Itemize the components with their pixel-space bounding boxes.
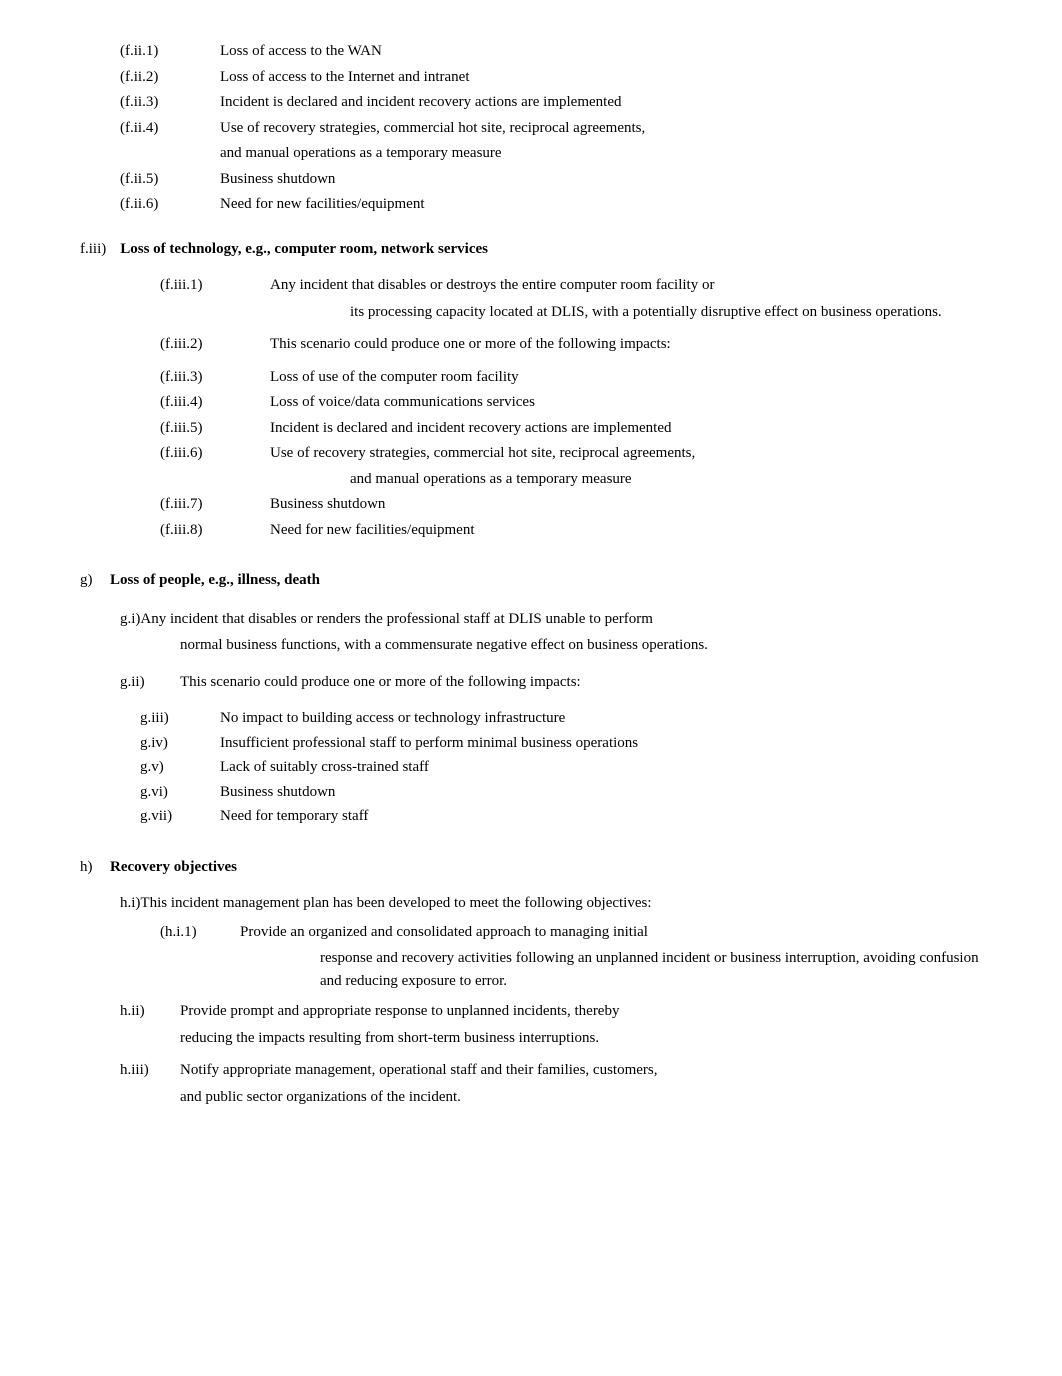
hi-intro: h.i)This incident management plan has be… (120, 892, 1002, 915)
g-impact-text-4: Business shutdown (220, 781, 1002, 804)
hii-text: Provide prompt and appropriate response … (180, 1000, 619, 1023)
fiii-label-4: (f.iii.4) (160, 391, 270, 414)
g-impact-text-3: Lack of suitably cross-trained staff (220, 756, 1002, 779)
g-impact-items: g.iii) No impact to building access or t… (140, 707, 1002, 828)
fii-text-2: Loss of access to the Internet and intra… (220, 66, 1002, 89)
fiii-text-6: Use of recovery strategies, commercial h… (270, 442, 695, 465)
fiii-item-5: (f.iii.5) Incident is declared and incid… (160, 417, 1002, 440)
g-impact-item-1: g.iii) No impact to building access or t… (140, 707, 1002, 730)
fiii-text-4: Loss of voice/data communications servic… (270, 391, 535, 414)
fiii-section: (f.iii.1) Any incident that disables or … (160, 274, 1002, 541)
fiii-item-2: (f.iii.2) This scenario could produce on… (160, 333, 1002, 356)
fii-text-1: Loss of access to the WAN (220, 40, 1002, 63)
g-impact-item-4: g.vi) Business shutdown (140, 781, 1002, 804)
fiii-text-8: Need for new facilities/equipment (270, 519, 475, 542)
fiii-item-7: (f.iii.7) Business shutdown (160, 493, 1002, 516)
hii-label: h.ii) (120, 1000, 180, 1023)
hiii-continuation: and public sector organizations of the i… (180, 1086, 1002, 1109)
fiii-text-3: Loss of use of the computer room facilit… (270, 366, 519, 389)
hi1-text: Provide an organized and consolidated ap… (240, 921, 648, 944)
fiii-text-7: Business shutdown (270, 493, 385, 516)
h-header: h) Recovery objectives (80, 856, 1002, 879)
g-impact-label-4: g.vi) (140, 781, 220, 804)
g-impact-label-2: g.iv) (140, 732, 220, 755)
fiii-continuation-6: and manual operations as a temporary mea… (350, 468, 1002, 491)
fii-section: (f.ii.1) Loss of access to the WAN (f.ii… (120, 40, 1002, 216)
hi1-label: (h.i.1) (160, 921, 240, 944)
fiii-continuation-1: its processing capacity located at DLIS,… (350, 301, 1002, 324)
fiii-header-title: Loss of technology, e.g., computer room,… (120, 241, 488, 257)
fiii-label-3: (f.iii.3) (160, 366, 270, 389)
gi-continuation: normal business functions, with a commen… (180, 634, 1002, 657)
hi1-continuation: response and recovery activities followi… (320, 947, 1002, 992)
g-impact-label-3: g.v) (140, 756, 220, 779)
gii-label: g.ii) (120, 671, 180, 694)
fiii-label-5: (f.iii.5) (160, 417, 270, 440)
fiii-item-3: (f.iii.3) Loss of use of the computer ro… (160, 366, 1002, 389)
fii-label-6: (f.ii.6) (120, 193, 220, 216)
fii-text-6: Need for new facilities/equipment (220, 193, 1002, 216)
gii-row: g.ii) This scenario could produce one or… (120, 671, 1002, 694)
g-impact-item-2: g.iv) Insufficient professional staff to… (140, 732, 1002, 755)
fii-label-1: (f.ii.1) (120, 40, 220, 63)
fii-label-4: (f.ii.4) (120, 117, 220, 140)
fii-item-3: (f.ii.3) Incident is declared and incide… (120, 91, 1002, 114)
fiii-header-label: f.iii) (80, 241, 106, 257)
fii-text-4: Use of recovery strategies, commercial h… (220, 117, 1002, 140)
fii-item-6: (f.ii.6) Need for new facilities/equipme… (120, 193, 1002, 216)
g-impact-text-2: Insufficient professional staff to perfo… (220, 732, 1002, 755)
fiii-item-8: (f.iii.8) Need for new facilities/equipm… (160, 519, 1002, 542)
hiii-label: h.iii) (120, 1059, 180, 1082)
fiii-item-6: (f.iii.6) Use of recovery strategies, co… (160, 442, 1002, 465)
gi-text: g.i)Any incident that disables or render… (120, 608, 1002, 631)
hi1-row: (h.i.1) Provide an organized and consoli… (160, 921, 1002, 944)
fii-text-3: Incident is declared and incident recove… (220, 91, 1002, 114)
fiii-label-8: (f.iii.8) (160, 519, 270, 542)
fiii-item-1: (f.iii.1) Any incident that disables or … (160, 274, 1002, 297)
g-impact-label-5: g.vii) (140, 805, 220, 828)
gii-text: This scenario could produce one or more … (180, 671, 581, 694)
fiii-text-1: Any incident that disables or destroys t… (270, 274, 714, 297)
fii-continuation-4: and manual operations as a temporary mea… (220, 142, 1002, 165)
fii-label-2: (f.ii.2) (120, 66, 220, 89)
g-header-title: Loss of people, e.g., illness, death (110, 569, 320, 592)
fii-item-2: (f.ii.2) Loss of access to the Internet … (120, 66, 1002, 89)
fii-label-5: (f.ii.5) (120, 168, 220, 191)
h-header-title: Recovery objectives (110, 856, 237, 879)
fii-text-5: Business shutdown (220, 168, 1002, 191)
g-header: g) Loss of people, e.g., illness, death (80, 569, 1002, 592)
fiii-label-2: (f.iii.2) (160, 333, 270, 356)
fiii-label-7: (f.iii.7) (160, 493, 270, 516)
fiii-label-6: (f.iii.6) (160, 442, 270, 465)
fiii-label-1: (f.iii.1) (160, 274, 270, 297)
g-impact-item-5: g.vii) Need for temporary staff (140, 805, 1002, 828)
hiii-text: Notify appropriate management, operation… (180, 1059, 657, 1082)
g-header-letter: g) (80, 569, 110, 592)
g-impact-text-5: Need for temporary staff (220, 805, 1002, 828)
hii-continuation: reducing the impacts resulting from shor… (180, 1027, 1002, 1050)
fiii-text-5: Incident is declared and incident recove… (270, 417, 672, 440)
g-impact-item-3: g.v) Lack of suitably cross-trained staf… (140, 756, 1002, 779)
fii-item-4: (f.ii.4) Use of recovery strategies, com… (120, 117, 1002, 140)
hii-row: h.ii) Provide prompt and appropriate res… (120, 1000, 1002, 1023)
h-header-letter: h) (80, 856, 110, 879)
fii-item-1: (f.ii.1) Loss of access to the WAN (120, 40, 1002, 63)
hiii-row: h.iii) Notify appropriate management, op… (120, 1059, 1002, 1082)
fiii-header: f.iii) Loss of technology, e.g., computer… (80, 238, 1002, 261)
fiii-text-2: This scenario could produce one or more … (270, 333, 671, 356)
g-impact-text-1: No impact to building access or technolo… (220, 707, 1002, 730)
fiii-item-4: (f.iii.4) Loss of voice/data communicati… (160, 391, 1002, 414)
fii-item-5: (f.ii.5) Business shutdown (120, 168, 1002, 191)
fii-label-3: (f.ii.3) (120, 91, 220, 114)
g-impact-label-1: g.iii) (140, 707, 220, 730)
